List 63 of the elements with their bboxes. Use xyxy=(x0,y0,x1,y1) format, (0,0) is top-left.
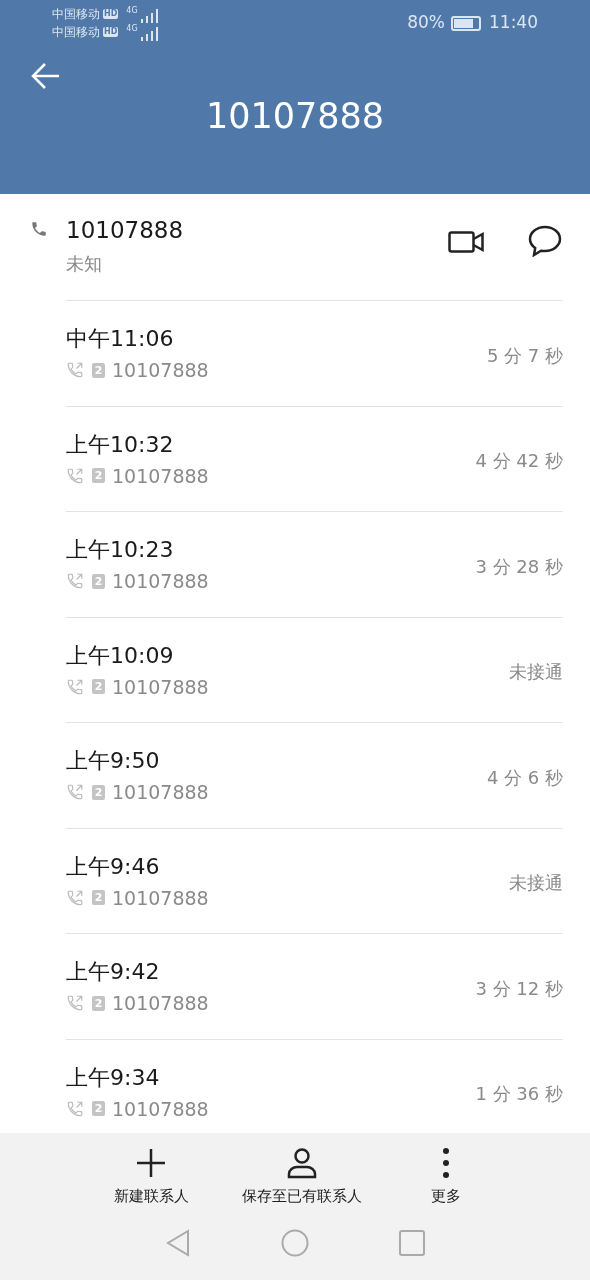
call-time: 上午10:23 xyxy=(66,536,175,564)
call-time: 上午9:50 xyxy=(66,747,161,775)
call-number: 10107888 xyxy=(112,885,209,911)
action-button[interactable]: 新建联系人 xyxy=(100,1133,202,1213)
carrier-name: 中国移动 xyxy=(52,24,100,40)
call-duration: 4 分 6 秒 xyxy=(486,765,563,790)
header-title: 10107888 xyxy=(205,95,385,138)
call-number: 10107888 xyxy=(112,1096,209,1122)
phone-icon xyxy=(30,220,48,238)
call-duration: 5 分 7 秒 xyxy=(486,343,563,368)
message-icon[interactable] xyxy=(528,225,562,257)
plus-icon xyxy=(135,1147,167,1179)
carrier-name: 中国移动 xyxy=(52,6,100,22)
hd-badge: HD xyxy=(103,27,119,37)
call-duration: 未接通 xyxy=(509,871,563,896)
sim-badge: 2 xyxy=(92,679,105,695)
sim-badge: 2 xyxy=(92,573,105,589)
call-duration: 未接通 xyxy=(509,660,563,685)
call-time: 上午10:32 xyxy=(66,430,175,459)
call-duration: 1 分 36 秒 xyxy=(475,1082,563,1107)
contact-number: 10107888 xyxy=(66,216,184,245)
sim-badge: 2 xyxy=(92,784,105,800)
call-number: 10107888 xyxy=(112,780,209,805)
network-type: 4G xyxy=(126,5,138,15)
video-call-icon[interactable] xyxy=(448,231,484,253)
call-number: 10107888 xyxy=(112,991,209,1016)
network-type: 4G xyxy=(126,23,138,33)
signal-icon xyxy=(139,26,160,41)
action-button[interactable]: 更多 xyxy=(406,1133,486,1213)
call-time: 上午10:09 xyxy=(66,641,175,670)
outgoing-call-icon xyxy=(66,994,84,1013)
outgoing-call-icon xyxy=(66,783,84,802)
call-time: 上午9:42 xyxy=(66,958,161,986)
sim-badge: 2 xyxy=(92,1101,105,1117)
sim-badge: 2 xyxy=(92,995,105,1011)
sim-badge: 2 xyxy=(92,468,105,484)
outgoing-call-icon xyxy=(66,677,84,696)
outgoing-call-icon xyxy=(66,1099,84,1118)
signal-icon xyxy=(139,8,160,23)
outgoing-call-icon xyxy=(66,572,84,591)
call-number: 10107888 xyxy=(112,358,209,383)
call-number: 10107888 xyxy=(112,463,209,489)
call-duration: 3 分 28 秒 xyxy=(475,554,563,579)
call-duration: 4 分 42 秒 xyxy=(475,449,563,474)
sim-badge: 2 xyxy=(92,362,105,378)
battery-icon xyxy=(451,15,481,31)
person-icon xyxy=(286,1147,318,1179)
clock: 11:40 xyxy=(489,11,538,35)
contact-label: 未知 xyxy=(66,252,103,276)
call-duration: 3 分 12 秒 xyxy=(475,976,563,1001)
call-time: 上午9:34 xyxy=(66,1063,161,1092)
call-time: 上午9:46 xyxy=(66,852,161,881)
outgoing-call-icon xyxy=(66,888,84,907)
battery-percent: 80% xyxy=(407,11,445,35)
more-icon xyxy=(442,1147,450,1179)
call-time: 中午11:06 xyxy=(66,325,175,353)
action-button[interactable]: 保存至已有联系人 xyxy=(226,1133,378,1213)
call-number: 10107888 xyxy=(112,569,209,594)
outgoing-call-icon xyxy=(66,466,84,485)
hd-badge: HD xyxy=(103,9,119,19)
sim-badge: 2 xyxy=(92,890,105,906)
call-number: 10107888 xyxy=(112,674,209,700)
outgoing-call-icon xyxy=(66,361,84,380)
